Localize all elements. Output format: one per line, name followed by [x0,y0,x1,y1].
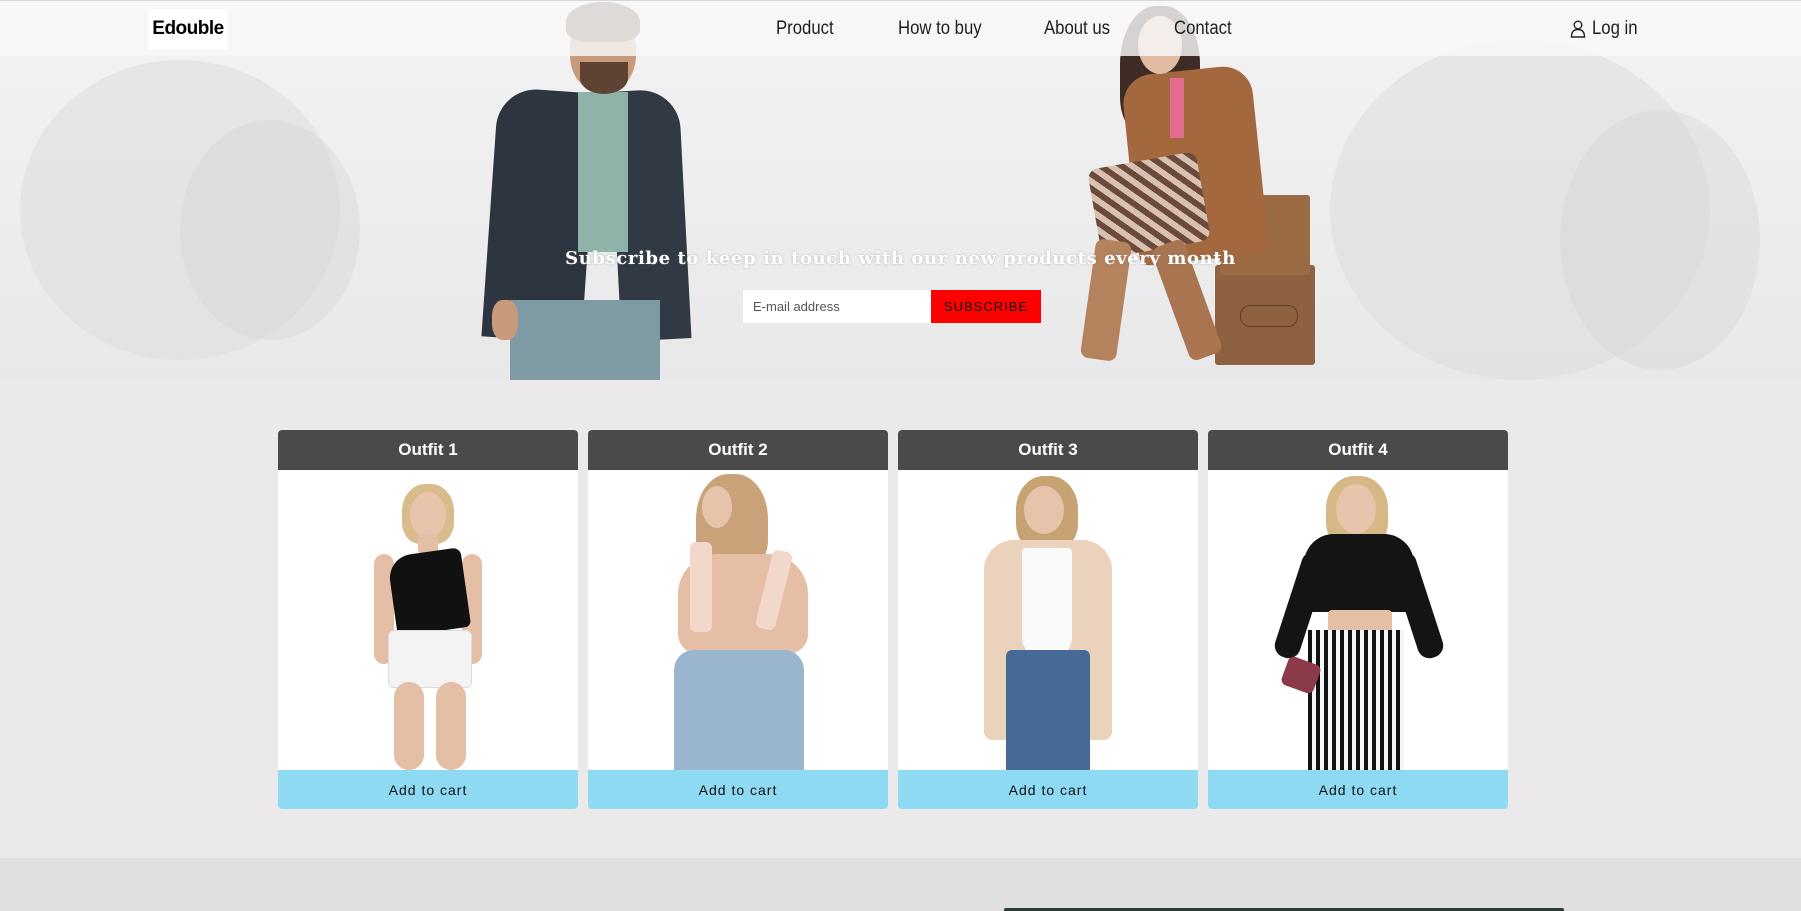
hero-banner: Subscribe to keep in touch with our new … [0,0,1801,380]
product-card: Outfit 1 Add to cart [278,430,578,809]
main-menu: Product How to buy About us Contact [776,1,1278,57]
subscribe-heading: Subscribe to keep in touch with our new … [565,248,1236,269]
add-to-cart-button[interactable]: Add to cart [278,770,578,809]
add-to-cart-button[interactable]: Add to cart [898,770,1198,809]
nav-item-how-to-buy[interactable]: How to buy [898,18,997,40]
product-title: Outfit 2 [588,430,888,470]
subscribe-button[interactable]: SUBSCRIBE [931,290,1041,323]
product-card: Outfit 3 Add to cart [898,430,1198,809]
hero-model-woman-image [1079,0,1330,380]
subscribe-form: SUBSCRIBE [743,290,1041,323]
product-title: Outfit 3 [898,430,1198,470]
product-title: Outfit 4 [1208,430,1508,470]
hero-model-man-image [470,0,692,380]
product-title: Outfit 1 [278,430,578,470]
nav-item-about-us[interactable]: About us [1044,18,1128,40]
add-to-cart-button[interactable]: Add to cart [1208,770,1508,809]
add-to-cart-button[interactable]: Add to cart [588,770,888,809]
footer-section [0,858,1801,911]
brand-logo[interactable]: Edouble [148,9,228,49]
product-card: Outfit 4 Add to cart [1208,430,1508,809]
product-image[interactable] [588,470,888,770]
background-shape [180,120,360,340]
top-navbar: Edouble Product How to buy About us Cont… [0,0,1801,56]
user-icon [1570,20,1586,38]
product-grid: Outfit 1 Add to cart Outfit 2 Add to car… [278,430,1518,809]
login-label: Log in [1592,18,1638,39]
nav-item-product[interactable]: Product [776,18,853,40]
email-input[interactable] [743,290,931,323]
nav-item-contact[interactable]: Contact [1174,18,1236,40]
product-card: Outfit 2 Add to cart [588,430,888,809]
login-link[interactable]: Log in [1570,1,1644,57]
product-image[interactable] [278,470,578,770]
product-image[interactable] [898,470,1198,770]
background-shape [1560,110,1760,370]
product-image[interactable] [1208,470,1508,770]
